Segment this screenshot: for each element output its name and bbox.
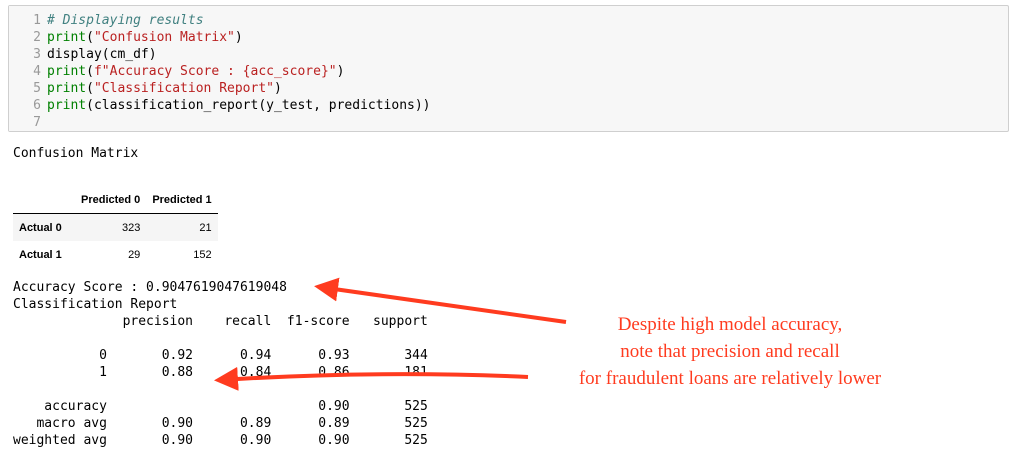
annotation-line: Despite high model accuracy, [617, 314, 843, 335]
annotation-line: for fraudulent loans are relatively lowe… [578, 368, 882, 389]
arrow-to-precision [214, 366, 529, 391]
annotation-arrows [214, 277, 567, 391]
annotation-line: note that precision and recall [620, 341, 840, 362]
annotation-note: Despite high model accuracy, note that p… [530, 311, 930, 392]
